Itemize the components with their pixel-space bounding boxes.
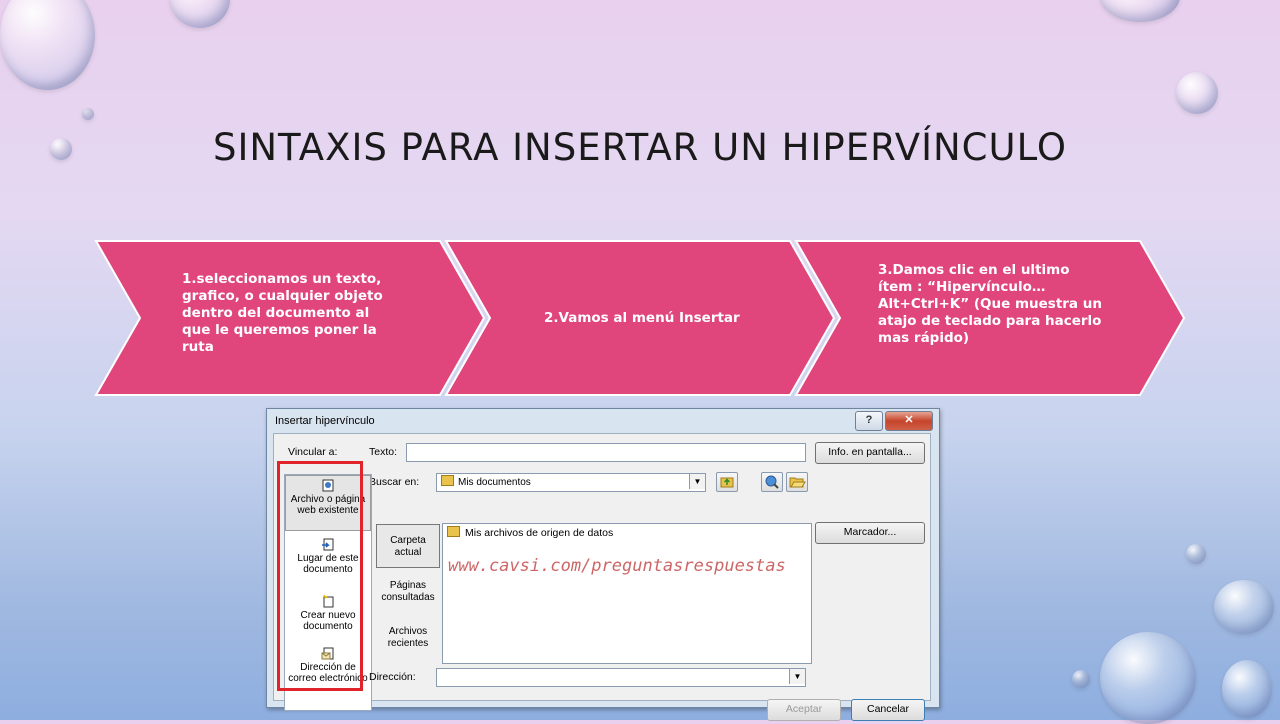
tab-browsed-pages[interactable]: Páginas consultadas <box>376 580 440 620</box>
browse-file-button[interactable] <box>786 472 808 492</box>
lookin-tabs: Carpeta actual Páginas consultadas Archi… <box>376 524 442 664</box>
screentip-button[interactable]: Info. en pantalla... <box>815 442 925 464</box>
file-name: Mis archivos de origen de datos <box>465 527 614 539</box>
lookin-value: Mis documentos <box>458 477 531 488</box>
tab-current-folder[interactable]: Carpeta actual <box>376 524 440 568</box>
up-folder-icon <box>720 477 734 488</box>
tab-label: Archivos recientes <box>387 626 429 649</box>
lookin-dropdown[interactable]: Mis documentos ▼ <box>436 473 706 492</box>
highlight-box <box>277 461 363 691</box>
dialog-body: Vincular a: Texto: Info. en pantalla... … <box>273 433 931 721</box>
tab-label: Carpeta actual <box>390 535 426 558</box>
text-input[interactable] <box>406 443 806 462</box>
step-2-text: 2.Vamos al menú Insertar <box>544 310 740 326</box>
insert-hyperlink-dialog: Insertar hipervínculo ? ✕ Vincular a: Te… <box>266 408 940 721</box>
watermark: www.cavsi.com/preguntasrespuestas <box>448 556 786 576</box>
bookmark-button[interactable]: Marcador... <box>815 522 925 544</box>
close-button[interactable]: ✕ <box>885 411 933 431</box>
step-1-text: 1.seleccionamos un texto, grafico, o cua… <box>182 271 383 355</box>
folder-icon <box>447 526 460 537</box>
up-folder-button[interactable] <box>716 472 738 492</box>
ok-button[interactable]: Aceptar <box>767 699 841 721</box>
text-label: Texto: <box>369 446 398 458</box>
address-input[interactable]: ▼ <box>436 668 806 687</box>
browse-web-button[interactable] <box>761 472 783 492</box>
folder-icon <box>441 475 454 486</box>
file-list[interactable]: Mis archivos de origen de datos <box>442 523 812 664</box>
browse-web-icon <box>765 475 779 489</box>
address-label: Dirección: <box>369 671 416 683</box>
link-to-label: Vincular a: <box>288 446 338 458</box>
list-item[interactable]: Mis archivos de origen de datos <box>447 526 613 539</box>
help-button[interactable]: ? <box>855 411 883 431</box>
step-3-text: 3.Damos clic en el ultimo ítem : “Hiperv… <box>878 262 1102 346</box>
open-folder-icon <box>789 477 806 488</box>
cancel-button[interactable]: Cancelar <box>851 699 925 721</box>
tab-recent-files[interactable]: Archivos recientes <box>376 626 440 666</box>
lookin-label: Buscar en: <box>369 476 420 488</box>
chevron-down-icon[interactable]: ▼ <box>689 474 705 489</box>
tab-label: Páginas consultadas <box>381 580 435 603</box>
dialog-title: Insertar hipervínculo <box>275 415 375 427</box>
chevron-down-icon[interactable]: ▼ <box>789 669 805 684</box>
